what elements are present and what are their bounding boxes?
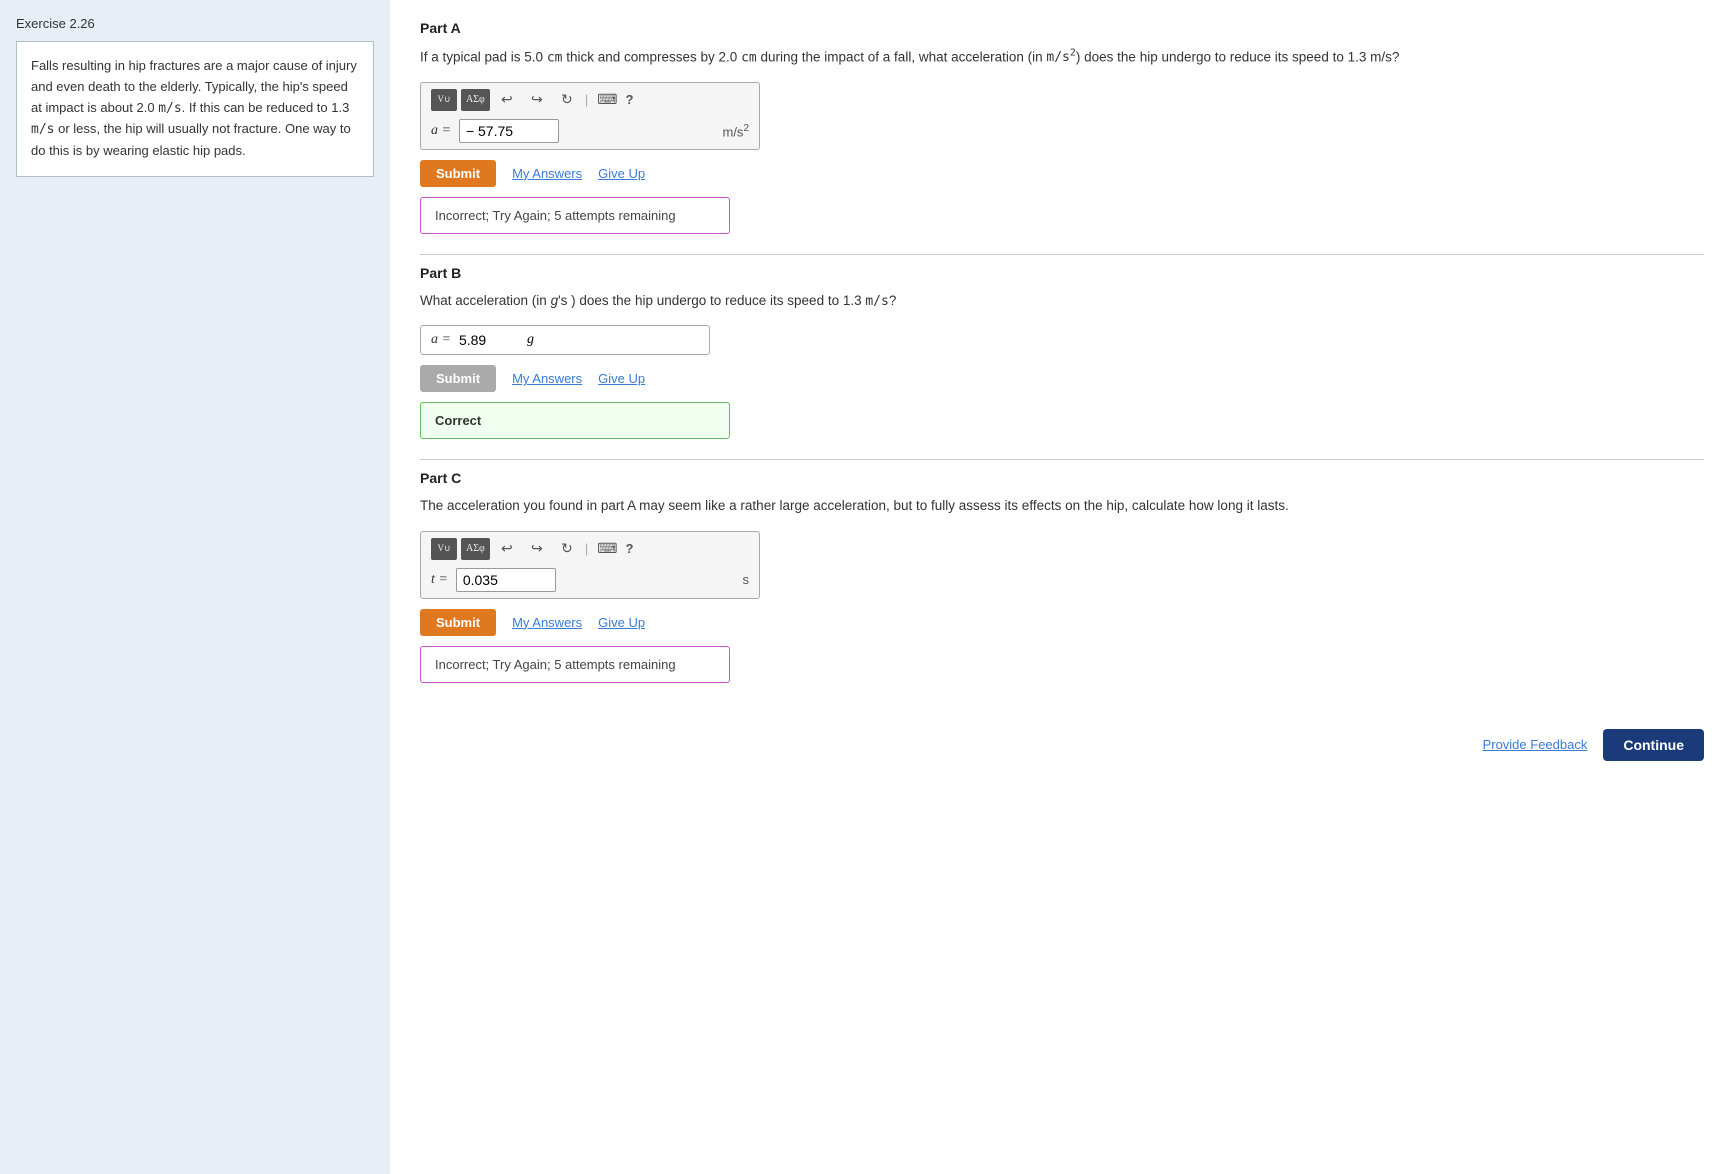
sidebar: Exercise 2.26 Falls resulting in hip fra… bbox=[0, 0, 390, 1174]
part-c-input-label: t = bbox=[431, 572, 448, 588]
part-a-submit-btn[interactable]: Submit bbox=[420, 160, 496, 187]
part-a-help-btn[interactable]: ? bbox=[625, 92, 633, 107]
part-c-toolbar: V∪ AΣφ ↩ ↪ ↻ | ⌨ ? bbox=[431, 538, 749, 560]
part-c-feedback: Incorrect; Try Again; 5 attempts remaini… bbox=[420, 646, 730, 683]
part-c-input-row: t = s bbox=[431, 568, 749, 592]
part-b-input-row: a = g bbox=[420, 325, 710, 355]
part-a-az-btn[interactable]: AΣφ bbox=[461, 89, 490, 111]
part-a-input-row: a = m/s2 bbox=[431, 119, 749, 143]
part-b-my-answers-btn[interactable]: My Answers bbox=[512, 371, 582, 386]
footer-actions: Provide Feedback Continue bbox=[420, 713, 1704, 761]
part-b-unit: g bbox=[527, 332, 534, 348]
part-c-submit-btn[interactable]: Submit bbox=[420, 609, 496, 636]
part-c-button-row: Submit My Answers Give Up bbox=[420, 609, 1704, 636]
part-a-separator: | bbox=[585, 92, 588, 107]
part-a-question: If a typical pad is 5.0 cm thick and com… bbox=[420, 46, 1704, 68]
part-c-keyboard-btn[interactable]: ⌨ bbox=[593, 538, 621, 560]
part-c-redo-btn[interactable]: ↪ bbox=[524, 538, 550, 560]
part-a-unit: m/s2 bbox=[722, 123, 749, 139]
part-a-feedback: Incorrect; Try Again; 5 attempts remaini… bbox=[420, 197, 730, 234]
part-c-widget: V∪ AΣφ ↩ ↪ ↻ | ⌨ ? t = s bbox=[420, 531, 760, 599]
part-c-give-up-btn[interactable]: Give Up bbox=[598, 615, 645, 630]
part-b-input-label: a = bbox=[431, 332, 451, 348]
part-a-give-up-btn[interactable]: Give Up bbox=[598, 166, 645, 181]
context-box: Falls resulting in hip fractures are a m… bbox=[16, 41, 374, 177]
part-a-my-answers-btn[interactable]: My Answers bbox=[512, 166, 582, 181]
part-c-my-answers-btn[interactable]: My Answers bbox=[512, 615, 582, 630]
az-icon: AΣφ bbox=[466, 94, 485, 105]
part-a-toolbar: V∪ AΣφ ↩ ↪ ↻ | ⌨ ? bbox=[431, 89, 749, 111]
part-a-button-row: Submit My Answers Give Up bbox=[420, 160, 1704, 187]
part-c-help-btn[interactable]: ? bbox=[625, 541, 633, 556]
part-c-undo-btn[interactable]: ↩ bbox=[494, 538, 520, 560]
part-b-give-up-btn[interactable]: Give Up bbox=[598, 371, 645, 386]
part-a-refresh-btn[interactable]: ↻ bbox=[554, 89, 580, 111]
part-a-section: Part A If a typical pad is 5.0 cm thick … bbox=[420, 20, 1704, 255]
part-b-input[interactable] bbox=[459, 332, 519, 348]
continue-btn[interactable]: Continue bbox=[1603, 729, 1704, 761]
part-c-question: The acceleration you found in part A may… bbox=[420, 496, 1704, 516]
part-a-undo-btn[interactable]: ↩ bbox=[494, 89, 520, 111]
part-b-section: Part B What acceleration (in g's ) does … bbox=[420, 265, 1704, 461]
part-a-input[interactable] bbox=[459, 119, 559, 143]
context-text: Falls resulting in hip fractures are a m… bbox=[31, 58, 357, 158]
part-c-label: Part C bbox=[420, 470, 1704, 486]
part-a-widget: V∪ AΣφ ↩ ↪ ↻ | ⌨ ? a = m/s2 bbox=[420, 82, 760, 150]
part-c-vu-btn[interactable]: V∪ bbox=[431, 538, 457, 560]
vu-icon-c: V∪ bbox=[437, 544, 450, 554]
part-c-refresh-btn[interactable]: ↻ bbox=[554, 538, 580, 560]
provide-feedback-btn[interactable]: Provide Feedback bbox=[1483, 737, 1588, 752]
main-content: Part A If a typical pad is 5.0 cm thick … bbox=[390, 0, 1734, 1174]
part-a-redo-btn[interactable]: ↪ bbox=[524, 89, 550, 111]
part-b-feedback: Correct bbox=[420, 402, 730, 439]
az-icon-c: AΣφ bbox=[466, 543, 485, 554]
part-a-vu-btn[interactable]: V∪ bbox=[431, 89, 457, 111]
part-c-input[interactable] bbox=[456, 568, 556, 592]
part-c-section: Part C The acceleration you found in par… bbox=[420, 470, 1704, 702]
part-c-separator: | bbox=[585, 541, 588, 556]
part-a-label: Part A bbox=[420, 20, 1704, 36]
part-b-label: Part B bbox=[420, 265, 1704, 281]
part-c-az-btn[interactable]: AΣφ bbox=[461, 538, 490, 560]
part-b-question: What acceleration (in g's ) does the hip… bbox=[420, 291, 1704, 312]
part-a-input-label: a = bbox=[431, 123, 451, 139]
part-b-button-row: Submit My Answers Give Up bbox=[420, 365, 1704, 392]
vu-icon: V∪ bbox=[437, 95, 450, 105]
part-a-keyboard-btn[interactable]: ⌨ bbox=[593, 89, 621, 111]
part-b-submit-btn[interactable]: Submit bbox=[420, 365, 496, 392]
exercise-title: Exercise 2.26 bbox=[16, 16, 374, 31]
part-c-unit: s bbox=[743, 572, 750, 587]
